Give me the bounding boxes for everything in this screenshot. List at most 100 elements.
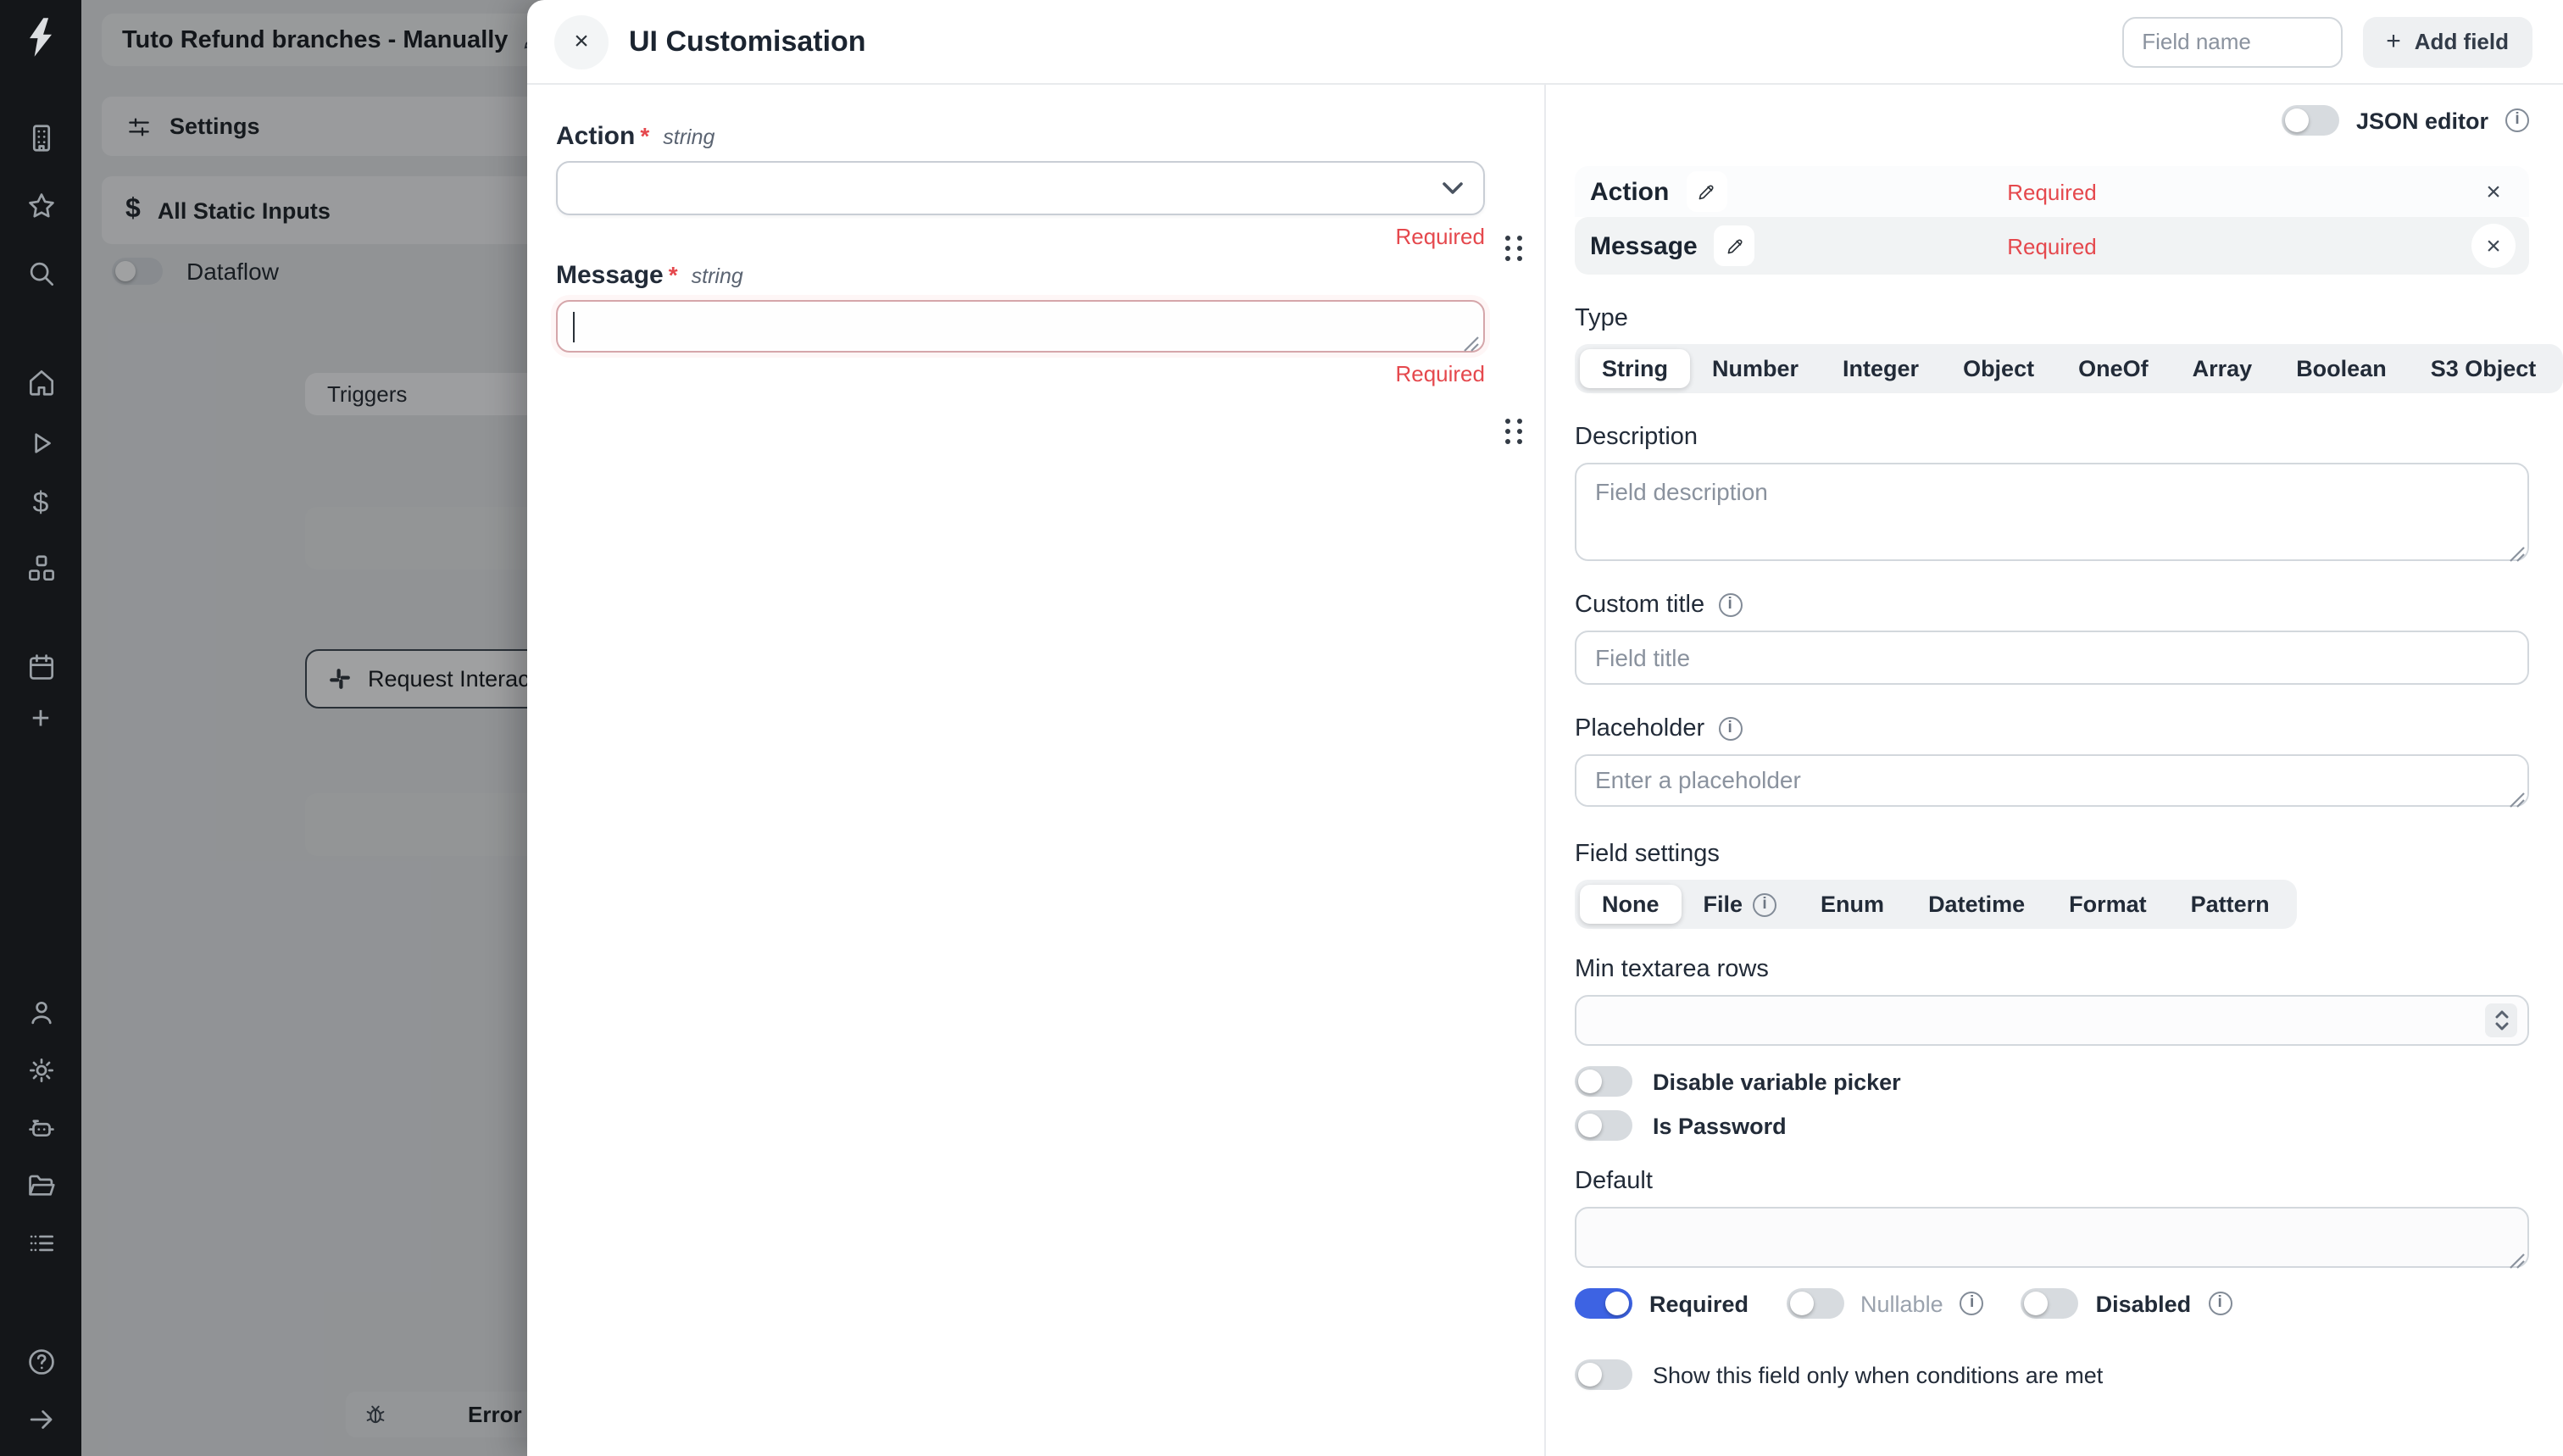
info-icon[interactable]: i (1718, 593, 1742, 617)
info-icon[interactable]: i (1718, 717, 1742, 741)
condition-toggle[interactable] (1575, 1359, 1632, 1390)
sidebar-item-integrations[interactable] (19, 546, 63, 590)
is-password-toggle[interactable] (1575, 1110, 1632, 1141)
sidebar-item-favorites[interactable] (19, 183, 63, 227)
custom-title-label: Custom title i (1575, 592, 2529, 619)
chevron-down-icon (1443, 181, 1463, 195)
number-stepper[interactable] (2485, 1003, 2517, 1037)
close-button[interactable]: × (554, 14, 609, 69)
type-option[interactable]: Array (2171, 349, 2275, 388)
resize-grip[interactable] (2509, 541, 2526, 558)
disable-variable-picker-toggle[interactable] (1575, 1066, 1632, 1097)
json-editor-row: JSON editor i (1575, 102, 2529, 139)
field-row-action[interactable]: Action Required × (1575, 166, 2529, 217)
field-type: string (692, 264, 743, 288)
help-icon[interactable] (19, 1339, 63, 1383)
placeholder-label: Placeholder i (1575, 715, 2529, 742)
info-icon[interactable]: i (1960, 1292, 1984, 1315)
resize-grip[interactable] (2509, 786, 2526, 803)
gear-icon[interactable] (19, 1048, 63, 1092)
field-row-status: Required (2007, 233, 2097, 258)
field-settings-option[interactable]: Datetime (1906, 885, 2047, 924)
edit-field-button[interactable] (1715, 225, 1755, 266)
json-editor-toggle[interactable] (2282, 105, 2339, 136)
default-textarea[interactable] (1575, 1207, 2529, 1268)
message-field-label: Message (556, 261, 664, 290)
drag-handle[interactable] (1502, 231, 1526, 268)
info-icon[interactable]: i (2505, 108, 2529, 132)
message-field-header: Message * string (556, 261, 1485, 290)
sidebar-item-runs[interactable] (19, 420, 63, 464)
type-option[interactable]: OneOf (2056, 349, 2171, 388)
ui-customisation-modal: × UI Customisation + Add field Action * … (527, 0, 2563, 1456)
modal-title: UI Customisation (629, 25, 866, 58)
close-icon: × (2486, 177, 2501, 206)
toggle-label: Disable variable picker (1653, 1069, 1901, 1094)
field-settings-option[interactable]: Format (2047, 885, 2169, 924)
remove-field-button[interactable]: × (2471, 224, 2516, 268)
condition-label: Show this field only when conditions are… (1653, 1362, 2103, 1387)
add-field-label: Add field (2415, 29, 2509, 54)
edit-field-button[interactable] (1686, 171, 1726, 212)
required-toggle[interactable] (1575, 1288, 1632, 1319)
json-editor-label: JSON editor (2356, 108, 2488, 133)
sidebar-item-organization[interactable] (19, 115, 63, 159)
action-select[interactable] (556, 161, 1485, 215)
info-icon[interactable]: i (2208, 1292, 2232, 1315)
sidebar-item-assistant[interactable] (19, 1105, 63, 1149)
required-asterisk: * (669, 261, 678, 288)
field-name-input[interactable] (2121, 16, 2342, 67)
field-settings-option[interactable]: Enum (1799, 885, 1906, 924)
min-rows-input[interactable] (1575, 995, 2529, 1046)
condition-row: Show this field only when conditions are… (1575, 1359, 2529, 1390)
add-icon[interactable]: + (19, 698, 63, 742)
toggle-label: Is Password (1653, 1113, 1787, 1138)
toggle-label: Required (1649, 1291, 1749, 1316)
type-option[interactable]: Integer (1821, 349, 1941, 388)
message-textarea[interactable] (556, 300, 1485, 353)
expand-icon[interactable] (19, 1397, 63, 1441)
sidebar-item-home[interactable] (19, 359, 63, 403)
close-icon: × (574, 27, 589, 56)
action-field-label: Action (556, 122, 635, 151)
resize-grip[interactable] (2509, 1248, 2526, 1264)
type-option[interactable]: Object (1941, 349, 2056, 388)
default-label: Default (1575, 1168, 2529, 1195)
type-segment: String Number Integer Object OneOf Array (1575, 344, 2563, 393)
is-password-row: Is Password (1575, 1110, 2529, 1141)
field-row-name: Message (1590, 231, 1698, 260)
field-settings-option[interactable]: Pattern (2169, 885, 2292, 924)
toggle-label: Nullable (1860, 1291, 1943, 1316)
custom-title-input[interactable] (1575, 631, 2529, 685)
type-option[interactable]: Number (1690, 349, 1821, 388)
field-error: Required (556, 224, 1485, 251)
add-field-button[interactable]: + Add field (2362, 16, 2532, 67)
flags-row: Required Nullable i Disabled i (1575, 1288, 2529, 1319)
drag-handle[interactable] (1502, 414, 1526, 451)
field-error: Required (556, 361, 1485, 388)
info-icon[interactable]: i (1753, 892, 1776, 916)
logo-icon (19, 15, 63, 59)
field-settings-option[interactable]: File i (1682, 885, 1799, 924)
sidebar-item-logs[interactable] (19, 1220, 63, 1264)
field-settings-option[interactable]: None (1580, 885, 1682, 924)
remove-field-button[interactable]: × (2471, 169, 2516, 214)
description-label: Description (1575, 424, 2529, 451)
disabled-toggle[interactable] (2021, 1288, 2079, 1319)
folder-icon[interactable] (19, 1163, 63, 1207)
sidebar-item-profile[interactable] (19, 990, 63, 1034)
sidebar-item-billing[interactable]: $ (19, 481, 63, 525)
min-rows-label: Min textarea rows (1575, 956, 2529, 983)
description-textarea[interactable] (1575, 463, 2529, 561)
type-option[interactable]: String (1580, 349, 1690, 388)
sidebar-item-schedules[interactable] (19, 644, 63, 688)
search-icon[interactable] (19, 251, 63, 295)
placeholder-textarea[interactable] (1575, 754, 2529, 807)
app-root: $ + Tuto Refund branch (0, 0, 2563, 1456)
resize-grip[interactable] (1463, 331, 1480, 347)
field-settings-segment: None File i Enum Datetime Format Pattern (1575, 880, 2297, 929)
type-option[interactable]: Boolean (2274, 349, 2409, 388)
type-option[interactable]: S3 Object (2409, 349, 2559, 388)
nullable-toggle[interactable] (1786, 1288, 1843, 1319)
field-row-message[interactable]: Message Required × (1575, 217, 2529, 275)
